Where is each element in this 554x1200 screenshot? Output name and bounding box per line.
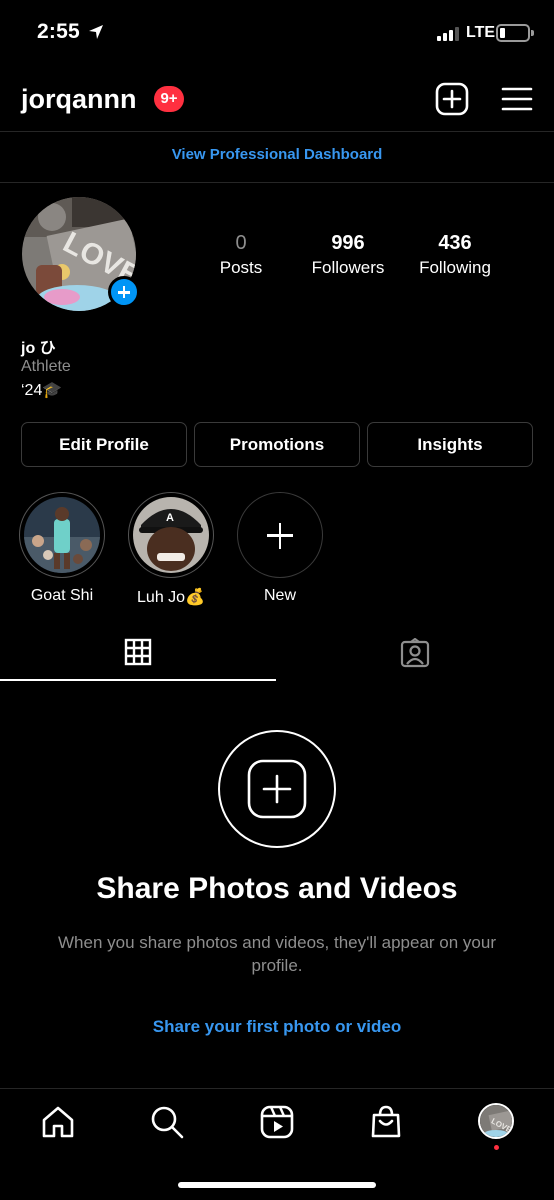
stat-posts-label: Posts (219, 258, 263, 277)
new-highlight-plus-icon (237, 492, 323, 578)
search-icon[interactable] (149, 1104, 185, 1140)
status-time: 2:55 (37, 20, 80, 43)
status-bar: 2:55 LTE (0, 0, 554, 66)
empty-state-subtitle: When you share photos and videos, they'l… (58, 933, 496, 975)
shop-bag-icon[interactable] (368, 1104, 404, 1140)
stat-posts[interactable]: 0 Posts (186, 232, 296, 278)
highlight-goat-shi[interactable]: Goat Shi (19, 492, 105, 605)
profile-header: jorqannn 9+ (0, 72, 554, 128)
stat-followers-value: 996 (331, 232, 365, 254)
network-type: LTE (466, 24, 496, 41)
stat-following-value: 436 (438, 232, 472, 254)
home-icon[interactable] (40, 1104, 76, 1140)
notification-badge[interactable]: 9+ (154, 86, 184, 112)
profile-avatar[interactable]: LOVE (22, 197, 140, 313)
header-divider (0, 131, 554, 132)
dashboard-divider (0, 182, 554, 183)
home-indicator[interactable] (178, 1182, 376, 1188)
active-tab-indicator (0, 679, 276, 681)
profile-notification-dot (494, 1145, 499, 1150)
stat-followers-label: Followers (311, 258, 385, 277)
share-first-photo-link[interactable]: Share your first photo or video (0, 1017, 554, 1037)
profile-tab-avatar[interactable]: LOVE (478, 1103, 514, 1139)
highlight-luh-jo[interactable]: A Luh Jo💰 (128, 492, 214, 607)
highlight-new[interactable]: New (237, 492, 323, 605)
insights-button[interactable]: Insights (367, 422, 533, 467)
reels-icon[interactable] (259, 1104, 295, 1140)
location-arrow-icon (89, 25, 103, 39)
bio-category: Athlete (21, 358, 71, 375)
highlight-label: Goat Shi (30, 587, 94, 604)
bio-text: ‘24🎓 (21, 382, 63, 399)
menu-icon[interactable] (500, 82, 534, 116)
empty-state-title: Share Photos and Videos (96, 872, 458, 905)
grid-icon (124, 638, 152, 666)
professional-dashboard-link[interactable]: View Professional Dashboard (0, 146, 554, 163)
svg-text:A: A (166, 512, 174, 524)
promotions-button[interactable]: Promotions (194, 422, 360, 467)
highlight-label: New (263, 587, 296, 604)
stat-followers[interactable]: 996 Followers (293, 232, 403, 278)
stat-following-label: Following (419, 258, 491, 277)
username[interactable]: jorqannn (21, 84, 137, 115)
cell-signal-icon (437, 25, 459, 41)
stat-posts-value: 0 (235, 232, 247, 254)
highlight-cover: A (133, 497, 209, 573)
tab-grid[interactable] (0, 632, 277, 682)
bio-name: jo ひ (21, 340, 56, 357)
highlight-label: Luh Jo💰 (137, 589, 205, 606)
new-post-icon[interactable] (435, 82, 469, 116)
add-post-icon (247, 759, 307, 819)
share-photos-button[interactable] (218, 730, 336, 848)
tab-tagged[interactable] (277, 632, 554, 682)
tagged-person-icon (400, 638, 430, 668)
edit-profile-button[interactable]: Edit Profile (21, 422, 187, 467)
battery-icon (496, 24, 530, 42)
add-story-plus-icon[interactable] (108, 276, 140, 308)
highlight-cover (24, 497, 100, 573)
stat-following[interactable]: 436 Following (400, 232, 510, 278)
